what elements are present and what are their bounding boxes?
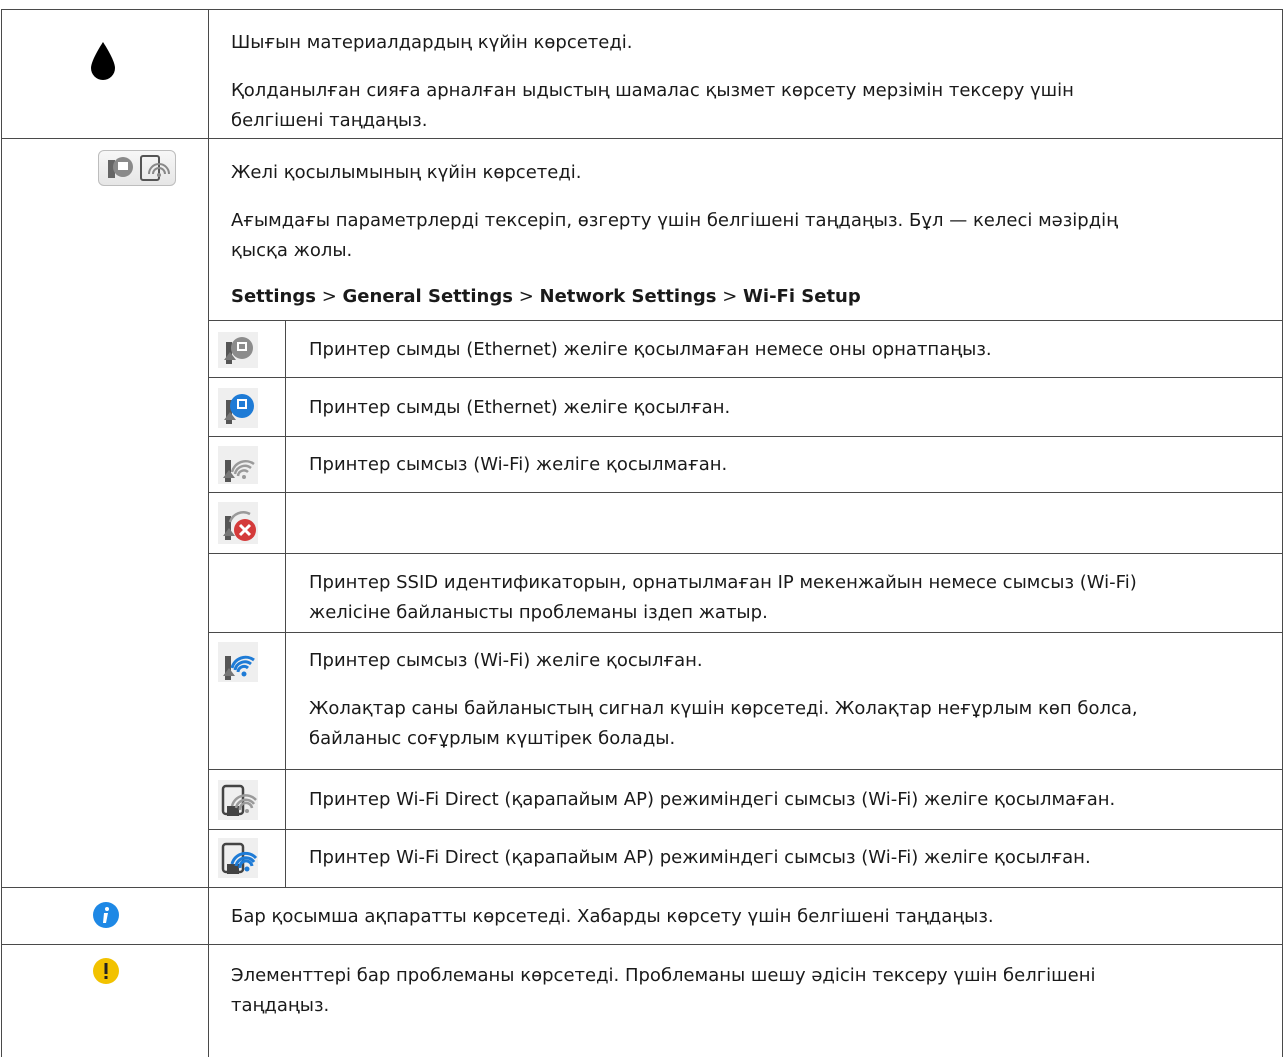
- network-status-icon[interactable]: [98, 150, 176, 186]
- wifi-connected-icon: [218, 642, 258, 682]
- network-description-line-3: қысқа жолы.: [231, 240, 353, 261]
- wifi-direct-disconnected-text: Принтер Wi-Fi Direct (қарапайым AP) режи…: [309, 789, 1116, 810]
- menu-path-separator: >: [321, 286, 337, 307]
- menu-path-separator: >: [518, 286, 534, 307]
- wifi-connected-text-line-1: Принтер сымсыз (Wi-Fi) желіге қосылған.: [309, 650, 703, 671]
- sub-divider-1: [208, 377, 1283, 378]
- ethernet-disconnected-text: Принтер сымды (Ethernet) желіге қосылмағ…: [309, 339, 992, 360]
- warning-icon[interactable]: [92, 957, 120, 985]
- table-left-border: [1, 9, 2, 1057]
- wifi-disconnected-icon: [218, 446, 258, 484]
- sub-divider-7: [208, 829, 1283, 830]
- wifi-connected-text-line-2: Жолақтар саны байланыстың сигнал күшін к…: [309, 698, 1138, 719]
- column-divider: [208, 9, 209, 1057]
- ethernet-disconnected-icon: [218, 332, 258, 368]
- ink-description-line-3: белгішені таңдаңыз.: [231, 110, 428, 131]
- ethernet-small-icon: [108, 157, 133, 178]
- wifi-error-text-line-2: желісіне байланысты проблеманы іздеп жат…: [309, 602, 768, 623]
- wifi-error-icon: [218, 502, 258, 544]
- table-top-border: [1, 9, 1283, 10]
- menu-path-settings: Settings: [231, 286, 316, 307]
- row-divider-network: [1, 887, 1283, 888]
- wifi-direct-disconnected-icon: [218, 780, 258, 820]
- warning-description-line-2: таңдаңыз.: [231, 995, 330, 1016]
- sub-divider-2: [208, 436, 1283, 437]
- network-description-line-2: Ағымдағы параметрлерді тексеріп, өзгерту…: [231, 210, 1119, 231]
- wifi-disconnected-text: Принтер сымсыз (Wi-Fi) желіге қосылмаған…: [309, 454, 728, 475]
- info-icon[interactable]: [92, 901, 120, 929]
- sub-divider-4: [208, 553, 1283, 554]
- menu-path-separator: >: [722, 286, 738, 307]
- menu-path-wifi-setup: Wi-Fi Setup: [743, 286, 861, 307]
- ink-drop-icon[interactable]: [88, 40, 118, 82]
- menu-path-network-settings: Network Settings: [539, 286, 717, 307]
- wifi-direct-connected-icon: [218, 838, 258, 878]
- ethernet-connected-icon: [218, 388, 258, 428]
- wifi-direct-small-icon: [140, 155, 170, 181]
- ethernet-connected-text: Принтер сымды (Ethernet) желіге қосылған…: [309, 397, 731, 418]
- row-divider-info: [1, 944, 1283, 945]
- wifi-connected-text-line-3: байланыс соғұрлым күштірек болады.: [309, 728, 676, 749]
- sub-divider-5: [208, 632, 1283, 633]
- ink-description-line-1: Шығын материалдардың күйін көрсетеді.: [231, 32, 633, 53]
- wifi-direct-connected-text: Принтер Wi-Fi Direct (қарапайым AP) режи…: [309, 847, 1091, 868]
- row-divider-ink: [1, 138, 1283, 139]
- table-right-border: [1282, 9, 1283, 1057]
- menu-path-general-settings: General Settings: [342, 286, 513, 307]
- ink-description-line-2: Қолданылған сияға арналған ыдыстың шамал…: [231, 80, 1074, 101]
- sub-divider-3: [208, 492, 1283, 493]
- warning-description-line-1: Элементтері бар проблеманы көрсетеді. Пр…: [231, 965, 1096, 986]
- row-divider-network-header: [208, 320, 1283, 321]
- sub-column-divider: [285, 320, 286, 887]
- menu-path: Settings > General Settings > Network Se…: [231, 282, 861, 312]
- network-description-line-1: Желі қосылымының күйін көрсетеді.: [231, 162, 582, 183]
- sub-divider-6: [208, 769, 1283, 770]
- wifi-error-text-line-1: Принтер SSID идентификаторын, орнатылмағ…: [309, 572, 1137, 593]
- info-description: Бар қосымша ақпаратты көрсетеді. Хабарды…: [231, 906, 994, 927]
